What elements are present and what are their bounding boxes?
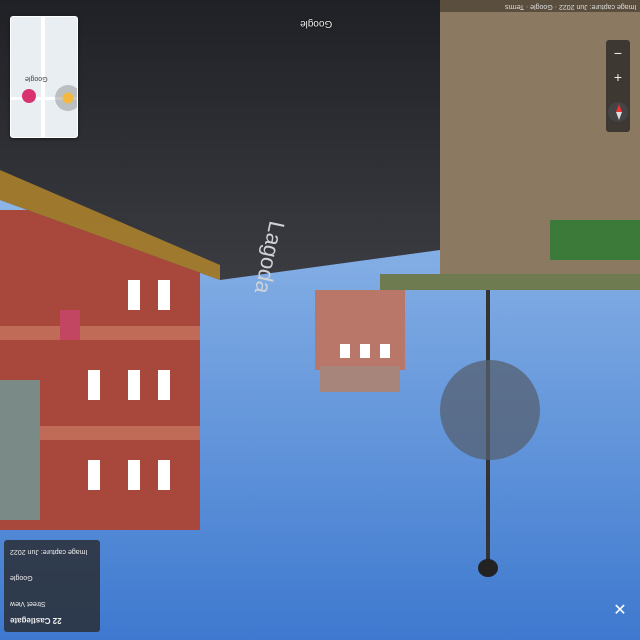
minimap-label-text: Google (25, 75, 48, 82)
location-info-card[interactable]: Image capture: Jun 2022 Google Street Vi… (4, 540, 100, 632)
compass-south-needle (616, 112, 622, 120)
info-subtitle: Street View (10, 600, 46, 607)
view-direction-icon (55, 85, 77, 111)
place-title: 22 Castlegate (10, 616, 62, 625)
map-controls: − + (606, 40, 630, 132)
capture-date: Image capture: Jun 2022 (10, 548, 87, 555)
app-label-text: Google (10, 574, 33, 581)
attribution-bar: Image capture: Jun 2022 · Google · Terms (440, 0, 640, 12)
street-name-text: Google (300, 18, 333, 29)
zoom-out-icon: − (613, 45, 623, 61)
compass-north-needle (616, 104, 622, 112)
tree (440, 360, 540, 460)
street-name-label: Google (300, 18, 332, 29)
zoom-out-button[interactable]: − (606, 42, 630, 64)
distant-house (315, 290, 405, 392)
app-label: Google (10, 574, 33, 581)
attribution-text: Image capture: Jun 2022 · Google · Terms (504, 3, 636, 10)
compass-icon[interactable] (608, 102, 628, 122)
info-subtitle-text: Street View (10, 600, 46, 607)
close-icon: ✕ (613, 602, 627, 619)
location-pin-icon (22, 89, 36, 103)
capture-date-text: Image capture: Jun 2022 (10, 548, 88, 555)
zoom-in-icon: + (613, 69, 623, 85)
minimap-label: Google (25, 75, 48, 82)
minimap[interactable]: Google (10, 16, 78, 138)
close-button[interactable]: ✕ (610, 600, 630, 624)
zoom-in-button[interactable]: + (606, 66, 630, 88)
place-title-text: 22 Castlegate (10, 616, 62, 625)
